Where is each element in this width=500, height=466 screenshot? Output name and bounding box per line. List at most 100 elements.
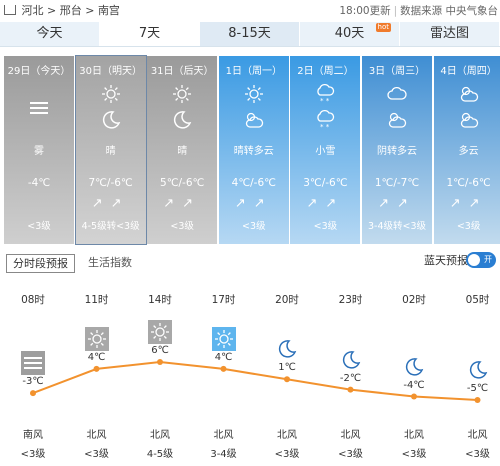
snow-icon: * * xyxy=(315,83,335,105)
day-wind-level: <3级 xyxy=(27,221,51,232)
wind-level: <3级 xyxy=(20,449,46,460)
wind-level: <3级 xyxy=(465,449,490,460)
wind-level: <3级 xyxy=(84,449,109,460)
breadcrumb-province[interactable]: 河北 xyxy=(22,4,44,17)
wind-direction-icon: ↗↗ xyxy=(306,196,345,211)
update-time: 18:00更新 xyxy=(339,5,391,17)
wind-direction: 北风 xyxy=(340,430,361,441)
day-weather: 晴 xyxy=(105,146,116,157)
breadcrumb-city[interactable]: 邢台 xyxy=(60,4,82,17)
day-wind-level: 3-4级转<3级 xyxy=(367,221,427,232)
day-wind-level: 4-5级转<3级 xyxy=(81,221,140,232)
temp-data-label: 4℃ xyxy=(214,351,233,363)
temp-data-label: -2℃ xyxy=(339,372,362,384)
wind-level: <3级 xyxy=(401,449,427,460)
wind-direction-icon: ↗↗ xyxy=(378,196,416,211)
breadcrumb-district[interactable]: 南宫 xyxy=(98,4,120,17)
wind-level: <3级 xyxy=(338,449,363,460)
partly-cloudy-icon xyxy=(244,110,264,130)
hourly-forecast-button[interactable]: 分时段预报 xyxy=(6,254,75,273)
wind-direction-icon: ↗↗ xyxy=(234,196,273,211)
hour-label: 14时 xyxy=(148,294,172,306)
hour-label: 02时 xyxy=(402,294,426,306)
sun-icon xyxy=(148,320,172,344)
day-date: 1日（周一） xyxy=(225,66,282,77)
hourly-subbar: 分时段预报 生活指数 蓝天预报 开 xyxy=(0,248,500,274)
haze-icon xyxy=(21,351,45,376)
day-temp: 5℃/-6℃ xyxy=(160,177,205,189)
tab-radar[interactable]: 雷达图 xyxy=(400,22,500,46)
svg-text:* *: * * xyxy=(320,123,330,131)
breadcrumb-sep: > xyxy=(85,4,95,17)
day-date: 29日（今天） xyxy=(7,66,71,77)
day-wind-level: <3级 xyxy=(170,221,194,232)
sun-icon xyxy=(211,326,236,351)
temp-point xyxy=(411,393,417,400)
hot-badge: hot xyxy=(375,23,391,32)
day-card[interactable]: 1日（周一） 晴转多云 4℃/-6℃ ↗↗ <3级 xyxy=(218,56,289,244)
tab-7day[interactable]: 7天 xyxy=(100,22,200,46)
day-weather: 晴 xyxy=(177,146,188,157)
moon-icon xyxy=(172,110,192,130)
day-temp: 1℃/-6℃ xyxy=(446,177,491,189)
hour-label: 20时 xyxy=(275,294,299,306)
day-temp: 7℃/-6℃ xyxy=(88,177,133,189)
partly-cloudy-icon xyxy=(459,110,479,130)
wind-direction-icon: ↗↗ xyxy=(449,196,488,211)
day-date: 3日（周三） xyxy=(368,66,426,77)
temp-point xyxy=(30,390,36,397)
partly-cloudy-icon xyxy=(387,110,407,130)
day-date: 30日（明天） xyxy=(79,66,142,77)
day-weather: 晴转多云 xyxy=(233,146,274,157)
temp-data-label: 4℃ xyxy=(87,351,106,363)
life-index-link[interactable]: 生活指数 xyxy=(88,254,132,271)
hour-label: 17时 xyxy=(211,294,236,306)
moon-icon xyxy=(402,355,426,379)
temp-point xyxy=(347,386,354,393)
breadcrumb: 河北 > 邢台 > 南宫 xyxy=(4,0,120,22)
breadcrumb-sep: > xyxy=(47,4,57,17)
temp-point xyxy=(474,397,481,403)
day-date: 31日（后天） xyxy=(150,66,214,77)
day-card[interactable]: 3日（周三） 阴转多云 1℃/-7℃ ↗↗ 3-4级转<3级 xyxy=(362,56,432,244)
day-weather: 多云 xyxy=(458,146,479,157)
day-temp: 3℃/-6℃ xyxy=(303,177,348,189)
day-weather: 阴转多云 xyxy=(377,146,417,157)
day-card[interactable]: 30日（明天） 晴 7℃/-6℃ ↗↗ 4-5级转<3级 xyxy=(74,55,147,245)
hour-label: 11时 xyxy=(84,294,109,306)
wind-direction: 北风 xyxy=(86,430,107,441)
sun-icon xyxy=(172,84,192,104)
day-card[interactable]: 4日（周四） 多云 1℃/-6℃ ↗↗ <3级 xyxy=(433,56,500,244)
sun-icon xyxy=(101,84,121,104)
temp-data-label: 6℃ xyxy=(151,345,169,356)
wind-level: <3级 xyxy=(274,449,300,460)
tab-today[interactable]: 今天 xyxy=(0,22,100,46)
top-bar: 河北 > 邢台 > 南宫 18:00更新 | 数据来源 中央气象台 xyxy=(0,0,500,22)
wind-direction-icon: ↗↗ xyxy=(91,196,130,211)
day-wind-level: <3级 xyxy=(242,221,266,232)
day-temp: -4℃ xyxy=(27,177,51,189)
home-icon[interactable] xyxy=(4,5,16,15)
wind-level: 3-4级 xyxy=(210,449,237,460)
partly-cloudy-icon xyxy=(459,84,479,104)
wind-level: 4-5级 xyxy=(146,449,174,460)
forecast-tabs: 今天 7天 8-15天 40天 hot 雷达图 xyxy=(0,22,500,47)
temp-data-label: -4℃ xyxy=(403,379,425,391)
tab-40day[interactable]: 40天 hot xyxy=(300,22,400,46)
moon-icon xyxy=(339,348,363,372)
blue-sky-toggle[interactable]: 开 xyxy=(466,252,496,268)
day-temp: 1℃/-7℃ xyxy=(374,177,420,189)
temp-point xyxy=(93,365,100,372)
day-card[interactable]: 2日（周二） * * * * 小雪 3℃/-6℃ ↗↗ <3级 xyxy=(290,56,361,244)
haze-icon xyxy=(29,98,49,118)
day-weather: 雾 xyxy=(34,146,44,157)
tab-8-15day[interactable]: 8-15天 xyxy=(200,22,300,46)
update-meta: 18:00更新 | 数据来源 中央气象台 xyxy=(339,5,498,17)
sun-icon xyxy=(244,84,264,104)
day-card[interactable]: 31日（后天） 晴 5℃/-6℃ ↗↗ <3级 xyxy=(147,56,218,244)
moon-icon xyxy=(101,110,121,130)
day-card[interactable]: 29日（今天） 雾 -4℃ <3级 xyxy=(4,56,74,244)
hour-label: 08时 xyxy=(21,294,45,306)
temp-data-label: -5℃ xyxy=(466,383,489,394)
svg-text:* *: * * xyxy=(320,97,330,105)
